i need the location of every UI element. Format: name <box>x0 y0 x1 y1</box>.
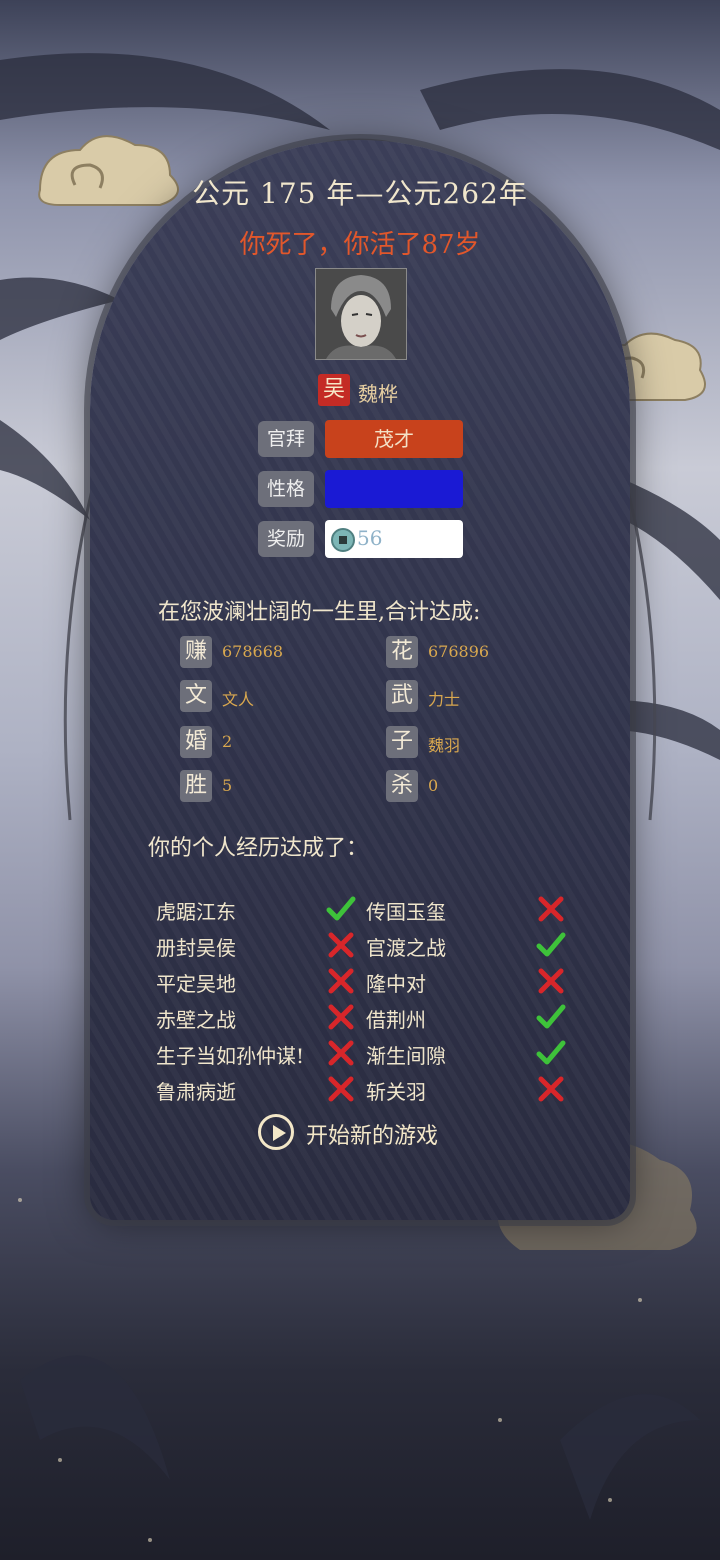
new-game-label[interactable]: 开始新的游戏 <box>306 1118 438 1150</box>
stat-kills-value: 0 <box>428 776 439 795</box>
checkmark-icon <box>326 896 356 921</box>
reward-value: 56 <box>357 526 383 550</box>
stat-martial-char: 武 <box>386 680 418 712</box>
cross-icon <box>328 932 354 958</box>
history-item-label: 借荆州 <box>366 1008 426 1032</box>
death-message: 你死了，你活了87岁 <box>239 230 481 260</box>
stat-earn-value: 678668 <box>222 642 284 661</box>
cross-icon <box>538 1076 564 1102</box>
history-item-label: 官渡之战 <box>366 936 446 960</box>
official-value: 茂才 <box>325 420 463 458</box>
stat-literary-value: 文人 <box>222 690 255 709</box>
stat-martial-value: 力士 <box>428 690 461 709</box>
stat-child-value: 魏羽 <box>428 736 461 755</box>
stat-spend-char: 花 <box>386 636 418 668</box>
stat-wins-char: 胜 <box>180 770 212 802</box>
reward-label: 奖励 <box>258 521 314 557</box>
history-item-label: 隆中对 <box>366 972 426 996</box>
history-item-label: 渐生间隙 <box>366 1044 446 1068</box>
stat-marriage-char: 婚 <box>180 726 212 758</box>
cross-icon <box>328 968 354 994</box>
new-game-button[interactable]: 开始新的游戏 <box>258 1114 478 1156</box>
stat-literary-char: 文 <box>180 680 212 712</box>
history-item-label: 斩关羽 <box>366 1080 426 1104</box>
history-item-label: 传国玉玺 <box>366 900 446 924</box>
history-title: 你的个人经历达成了： <box>148 836 369 861</box>
cross-icon <box>328 1004 354 1030</box>
checkmark-icon <box>536 932 566 957</box>
history-item-label: 生子当如孙仲谋! <box>156 1044 305 1068</box>
stat-marriage-value: 2 <box>222 732 233 751</box>
character-name: 魏桦 <box>358 382 398 406</box>
helmeted-warrior-portrait-icon <box>316 269 406 359</box>
cross-icon <box>328 1040 354 1066</box>
life-years: 公元 175 年—公元262年 <box>192 177 528 210</box>
character-portrait <box>315 268 407 360</box>
play-icon[interactable] <box>258 1114 294 1150</box>
personality-label: 性格 <box>258 471 314 507</box>
history-item-label: 鲁肃病逝 <box>156 1080 236 1104</box>
checkmark-icon <box>536 1040 566 1065</box>
stat-child-char: 子 <box>386 726 418 758</box>
cross-icon <box>328 1076 354 1102</box>
history-item-label: 册封吴侯 <box>156 936 236 960</box>
official-label: 官拜 <box>258 421 314 457</box>
stat-wins-value: 5 <box>222 776 233 795</box>
history-item-label: 平定吴地 <box>156 972 236 996</box>
stat-earn-char: 赚 <box>180 636 212 668</box>
cross-icon <box>538 896 564 922</box>
stat-kills-char: 杀 <box>386 770 418 802</box>
stat-spend-value: 676896 <box>428 642 490 661</box>
checkmark-icon <box>536 1004 566 1029</box>
faction-badge: 吴 <box>318 374 350 406</box>
cross-icon <box>538 968 564 994</box>
coin-icon <box>331 528 355 552</box>
achievements-title: 在您波澜壮阔的一生里,合计达成: <box>158 600 481 625</box>
history-item-label: 虎踞江东 <box>156 900 236 924</box>
history-item-label: 赤壁之战 <box>156 1008 236 1032</box>
personality-value <box>325 470 463 508</box>
